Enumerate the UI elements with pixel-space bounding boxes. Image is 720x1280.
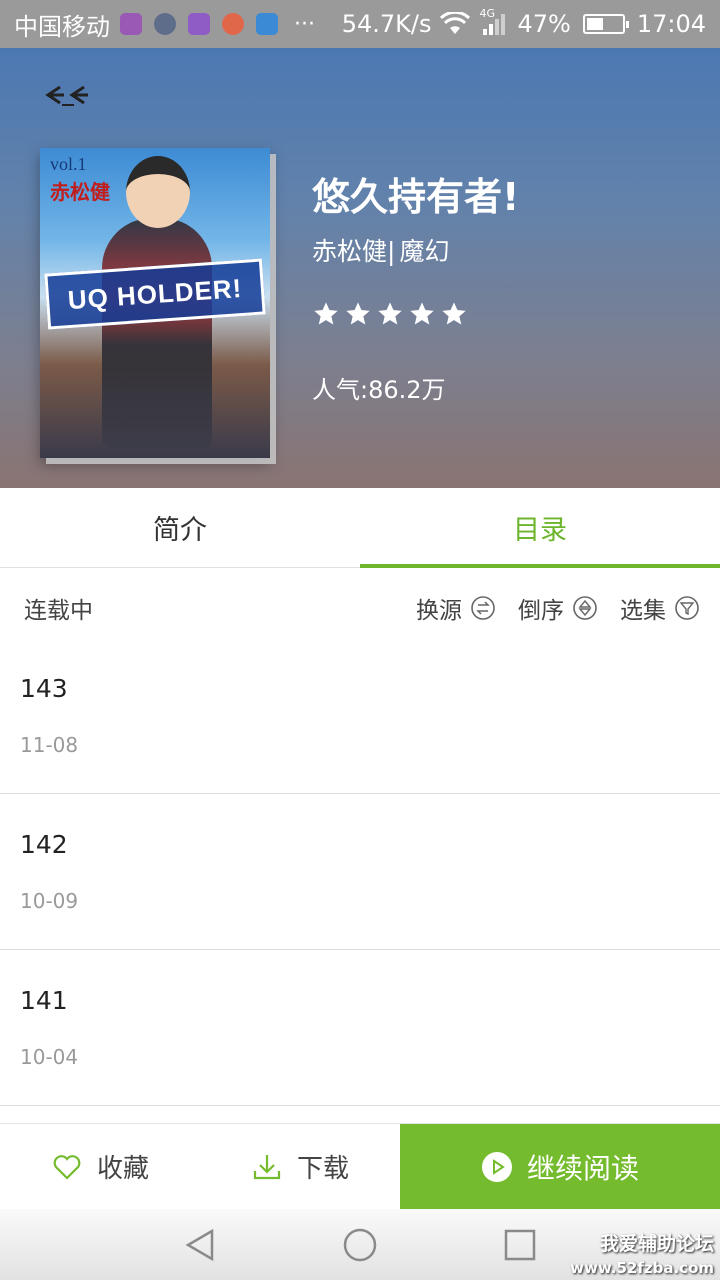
chapter-number: 142 — [20, 830, 68, 859]
play-icon — [481, 1151, 512, 1182]
cover-figure — [102, 218, 212, 448]
switch-source-button[interactable]: 换源 — [416, 591, 496, 625]
back-button[interactable] — [40, 76, 104, 116]
favorite-label: 收藏 — [96, 1154, 149, 1184]
wifi-icon — [440, 12, 471, 34]
chapter-item[interactable]: 141 10-04 — [0, 950, 720, 1106]
more-notifications-icon: ··· — [294, 11, 315, 37]
serial-status: 连载中 — [24, 598, 93, 624]
chapter-number: 143 — [20, 674, 68, 703]
popularity: 人气: 86.2万 — [312, 370, 446, 405]
watermark-url: www.52fzba.com — [570, 1259, 714, 1277]
sort-icon — [573, 596, 597, 620]
home-nav-icon[interactable] — [342, 1227, 378, 1263]
cover-character — [126, 156, 190, 228]
tab-intro[interactable]: 简介 — [0, 488, 360, 567]
reverse-order-label: 倒序 — [518, 598, 564, 624]
chapter-toolbar: 连载中 换源 倒序 选集 — [0, 568, 720, 648]
action-bar: 收藏 下载 继续阅读 — [0, 1123, 720, 1209]
star-icon — [378, 302, 402, 325]
select-episodes-label: 选集 — [620, 598, 666, 624]
chapter-list: 143 11-08 142 10-09 141 10-04 — [0, 638, 720, 1106]
reverse-order-button[interactable]: 倒序 — [518, 591, 598, 625]
rating-stars — [312, 300, 468, 328]
battery-percent: 47% — [517, 10, 571, 38]
recents-nav-icon[interactable] — [502, 1227, 538, 1263]
book-genre: 魔幻 — [399, 237, 450, 266]
chapter-date: 10-09 — [20, 889, 79, 913]
continue-reading-button[interactable]: 继续阅读 — [400, 1124, 720, 1209]
battery-icon — [582, 14, 629, 34]
book-title: 悠久持有者! — [312, 175, 520, 219]
network-speed: 54.7K/s — [341, 10, 432, 38]
star-icon — [442, 302, 466, 325]
book-header: vol.1 赤松健 UQ HOLDER! 悠久持有者! 赤松健| 魔幻 人气: … — [0, 48, 720, 488]
tab-catalog[interactable]: 目录 — [360, 488, 720, 568]
cover-logo: UQ HOLDER! — [44, 258, 266, 330]
watermark-name: 我爱辅助论坛 — [599, 1233, 714, 1255]
watermark: 我爱辅助论坛 www.52fzba.com — [570, 1232, 714, 1280]
filter-icon — [675, 596, 699, 620]
star-icon — [346, 302, 370, 325]
download-button[interactable]: 下载 — [200, 1124, 400, 1209]
download-icon — [253, 1154, 281, 1179]
star-icon — [314, 302, 338, 325]
favorite-button[interactable]: 收藏 — [0, 1124, 200, 1209]
cover-volume: vol.1 — [50, 154, 87, 174]
continue-reading-label: 继续阅读 — [526, 1151, 639, 1185]
switch-source-label: 换源 — [416, 598, 462, 624]
chapter-date: 11-08 — [20, 733, 79, 757]
app-notification-icon — [222, 13, 244, 35]
star-icon — [410, 302, 434, 325]
avatar-notification-icon — [154, 13, 176, 35]
back-nav-icon[interactable] — [182, 1227, 218, 1263]
reader-notification-icon — [256, 13, 278, 35]
chapter-date: 10-04 — [20, 1045, 79, 1069]
cover-author: 赤松健 — [50, 180, 110, 204]
clock: 17:04 — [636, 10, 706, 38]
book-author: 赤松健| — [312, 237, 396, 266]
popularity-label: 人气: — [312, 376, 369, 404]
heart-icon — [53, 1154, 81, 1180]
swap-icon — [471, 596, 495, 620]
signal-icon: 4G — [479, 7, 509, 37]
chapter-item[interactable]: 142 10-09 — [0, 794, 720, 950]
book-meta: 赤松健| 魔幻 — [312, 232, 449, 268]
book-cover[interactable]: vol.1 赤松健 UQ HOLDER! — [40, 148, 270, 458]
chapter-number: 141 — [20, 986, 68, 1015]
back-arrow-icon — [45, 85, 88, 106]
select-episodes-button[interactable]: 选集 — [620, 591, 700, 625]
download-label: 下载 — [296, 1154, 349, 1184]
chapter-item[interactable]: 143 11-08 — [0, 638, 720, 794]
tab-bar: 简介 目录 — [0, 488, 720, 568]
message-notification-icon — [188, 13, 210, 35]
carrier-name: 中国移动 — [14, 12, 110, 41]
popularity-value: 86.2万 — [368, 376, 446, 404]
status-bar: 中国移动 ··· 54.7K/s 4G 47% 17:04 — [0, 0, 720, 48]
gallery-notification-icon — [120, 13, 142, 35]
